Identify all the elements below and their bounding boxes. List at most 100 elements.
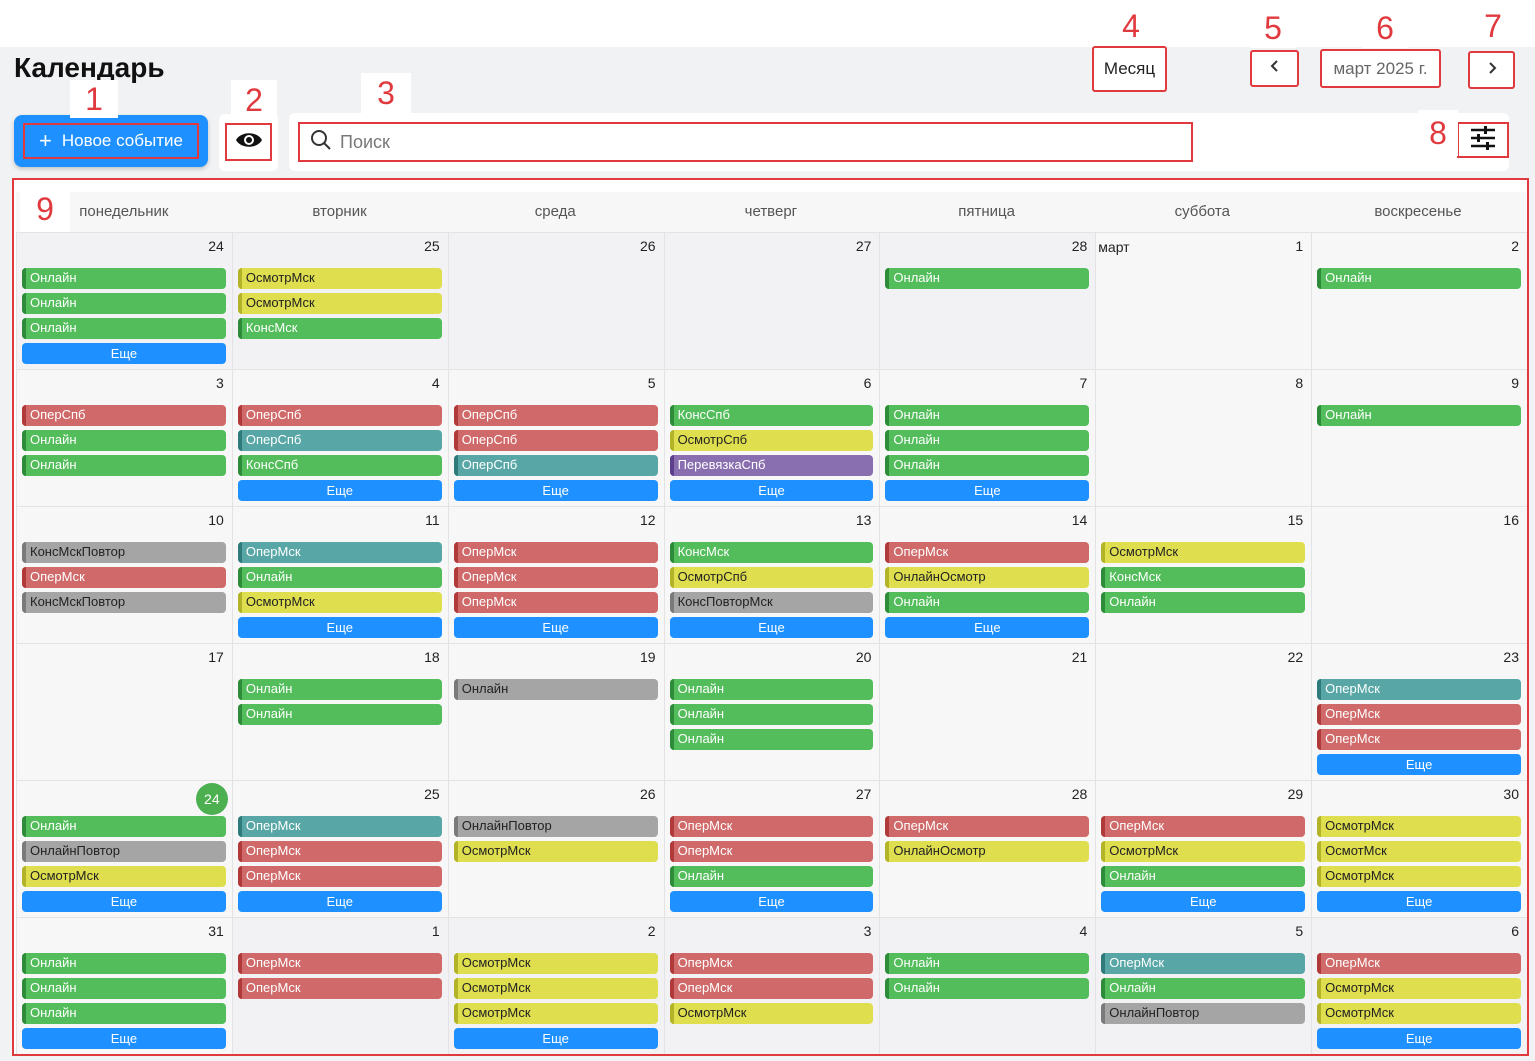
day-cell[interactable]: 28 ОперМск ОнлайнОсмотр — [879, 780, 1096, 917]
show-more-button[interactable]: Еще — [1101, 891, 1306, 912]
show-more-button[interactable]: Еще — [453, 617, 658, 638]
event-chip[interactable]: ОперМск — [885, 542, 1090, 563]
show-more-button[interactable]: Еще — [237, 891, 442, 912]
event-chip[interactable]: Онлайн — [1101, 592, 1306, 613]
prev-month-button[interactable] — [1250, 50, 1299, 87]
event-chip[interactable]: ОперМск — [237, 841, 442, 862]
event-chip[interactable]: Онлайн — [1101, 866, 1306, 887]
day-cell[interactable]: 4 ОперСпб ОперСпб КонсСпб Еще — [231, 369, 448, 506]
event-chip[interactable]: ОперСпб — [453, 430, 658, 451]
day-cell[interactable]: 26 ОнлайнПовтор ОсмотрМск — [447, 780, 664, 917]
day-cell[interactable]: 29 ОперМск ОсмотрМск Онлайн Еще — [1095, 780, 1312, 917]
day-number[interactable]: 6 — [1511, 923, 1519, 939]
day-number[interactable]: 27 — [856, 238, 872, 254]
event-chip[interactable]: ОнлайнПовтор — [22, 841, 226, 862]
day-number[interactable]: 4 — [1079, 923, 1087, 939]
event-chip[interactable]: ОсмотрМск — [453, 1003, 658, 1024]
show-more-button[interactable]: Еще — [1317, 891, 1521, 912]
day-number[interactable]: 31 — [208, 923, 224, 939]
day-number[interactable]: 19 — [640, 649, 656, 665]
day-cell[interactable]: 21 — [879, 643, 1096, 780]
event-chip[interactable]: ОперМск — [1101, 816, 1306, 837]
show-more-button[interactable]: Еще — [1317, 1028, 1521, 1049]
day-number[interactable]: 8 — [1295, 375, 1303, 391]
day-number[interactable]: 25 — [424, 786, 440, 802]
day-cell[interactable]: 27 ОперМск ОперМск Онлайн Еще — [663, 780, 880, 917]
event-chip[interactable]: Онлайн — [1317, 268, 1521, 289]
event-chip[interactable]: Онлайн — [22, 1003, 226, 1024]
event-chip[interactable]: ОсмотрМск — [1317, 816, 1521, 837]
day-number[interactable]: 15 — [1288, 512, 1304, 528]
day-cell[interactable]: 14 ОперМск ОнлайнОсмотр Онлайн Еще — [879, 506, 1096, 643]
show-more-button[interactable]: Еще — [22, 1028, 226, 1049]
day-cell[interactable]: 6 КонсСпб ОсмотрСпб ПеревязкаСпб Еще — [663, 369, 880, 506]
day-number[interactable]: 14 — [1072, 512, 1088, 528]
event-chip[interactable]: КонсМск — [1101, 567, 1306, 588]
day-cell[interactable]: 15 ОсмотрМск КонсМск Онлайн — [1095, 506, 1312, 643]
event-chip[interactable]: Онлайн — [453, 679, 658, 700]
event-chip[interactable]: ОперМск — [237, 816, 442, 837]
event-chip[interactable]: Онлайн — [22, 293, 226, 314]
day-cell[interactable]: 12 ОперМск ОперМск ОперМск Еще — [447, 506, 664, 643]
event-chip[interactable]: Онлайн — [669, 704, 874, 725]
event-chip[interactable]: Онлайн — [22, 318, 226, 339]
day-number[interactable]: 26 — [640, 786, 656, 802]
day-number[interactable]: 20 — [856, 649, 872, 665]
day-cell[interactable]: 17 — [16, 643, 232, 780]
day-cell[interactable]: 9 Онлайн — [1311, 369, 1527, 506]
day-number[interactable]: 6 — [864, 375, 872, 391]
event-chip[interactable]: ОперМск — [885, 816, 1090, 837]
event-chip[interactable]: Онлайн — [237, 567, 442, 588]
day-number[interactable]: 29 — [1288, 786, 1304, 802]
event-chip[interactable]: Онлайн — [1317, 405, 1521, 426]
day-number[interactable]: 2 — [648, 923, 656, 939]
event-chip[interactable]: КонсМск — [669, 542, 874, 563]
visibility-toggle-button[interactable] — [225, 123, 272, 161]
event-chip[interactable]: ОсмотрМск — [1317, 1003, 1521, 1024]
event-chip[interactable]: ПеревязкаСпб — [669, 455, 874, 476]
event-chip[interactable]: ОперСпб — [453, 405, 658, 426]
next-month-button[interactable] — [1468, 51, 1515, 89]
event-chip[interactable]: Онлайн — [22, 268, 226, 289]
day-number[interactable]: 22 — [1288, 649, 1304, 665]
day-cell[interactable]: 30 ОсмотрМск ОсмотМск ОсмотрМск Еще — [1311, 780, 1527, 917]
day-cell[interactable]: 20 Онлайн Онлайн Онлайн — [663, 643, 880, 780]
event-chip[interactable]: ОсмотрМск — [1101, 841, 1306, 862]
event-chip[interactable]: ОперМск — [1317, 729, 1521, 750]
day-cell[interactable]: 10 КонсМскПовтор ОперМск КонсМскПовтор — [16, 506, 232, 643]
today-day-number[interactable]: 24 — [195, 783, 228, 815]
day-number[interactable]: 23 — [1503, 649, 1519, 665]
show-more-button[interactable]: Еще — [237, 480, 442, 501]
show-more-button[interactable]: Еще — [669, 891, 874, 912]
day-cell[interactable]: 27 — [663, 232, 880, 369]
event-chip[interactable]: ОсмотрМск — [237, 268, 442, 289]
day-cell[interactable]: 19 Онлайн — [447, 643, 664, 780]
search-box[interactable] — [298, 122, 1193, 162]
day-cell[interactable]: 23 ОперМск ОперМск ОперМск Еще — [1311, 643, 1527, 780]
event-chip[interactable]: КонсМскПовтор — [22, 542, 226, 563]
event-chip[interactable]: ОсмотрМск — [22, 866, 226, 887]
day-number[interactable]: 30 — [1503, 786, 1519, 802]
day-cell[interactable]: 5 ОперСпб ОперСпб ОперСпб Еще — [447, 369, 664, 506]
event-chip[interactable]: КонсСпб — [237, 455, 442, 476]
event-chip[interactable]: ОперМск — [237, 542, 442, 563]
event-chip[interactable]: ОсмотрСпб — [669, 430, 874, 451]
day-number[interactable]: 2 — [1511, 238, 1519, 254]
day-number[interactable]: 28 — [1072, 786, 1088, 802]
day-cell[interactable]: 4 Онлайн Онлайн — [879, 917, 1096, 1054]
event-chip[interactable]: ОперМск — [22, 567, 226, 588]
day-cell[interactable]: 7 Онлайн Онлайн Онлайн Еще — [879, 369, 1096, 506]
show-more-button[interactable]: Еще — [453, 480, 658, 501]
day-number[interactable]: 28 — [1072, 238, 1088, 254]
day-number[interactable]: 12 — [640, 512, 656, 528]
day-cell[interactable]: 2 ОсмотрМск ОсмотрМск ОсмотрМск Еще — [447, 917, 664, 1054]
event-chip[interactable]: Онлайн — [22, 816, 226, 837]
event-chip[interactable]: КонсМскПовтор — [22, 592, 226, 613]
day-cell[interactable]: 3 ОперСпб Онлайн Онлайн — [16, 369, 232, 506]
day-cell[interactable]: 31 Онлайн Онлайн Онлайн Еще — [16, 917, 232, 1054]
day-cell[interactable]: 25 ОперМск ОперМск ОперМск Еще — [231, 780, 448, 917]
event-chip[interactable]: ОперМск — [237, 866, 442, 887]
event-chip[interactable]: ОперМск — [1317, 679, 1521, 700]
day-number[interactable]: 24 — [208, 238, 224, 254]
day-cell[interactable]: 24 Онлайн Онлайн Онлайн Еще — [16, 232, 232, 369]
